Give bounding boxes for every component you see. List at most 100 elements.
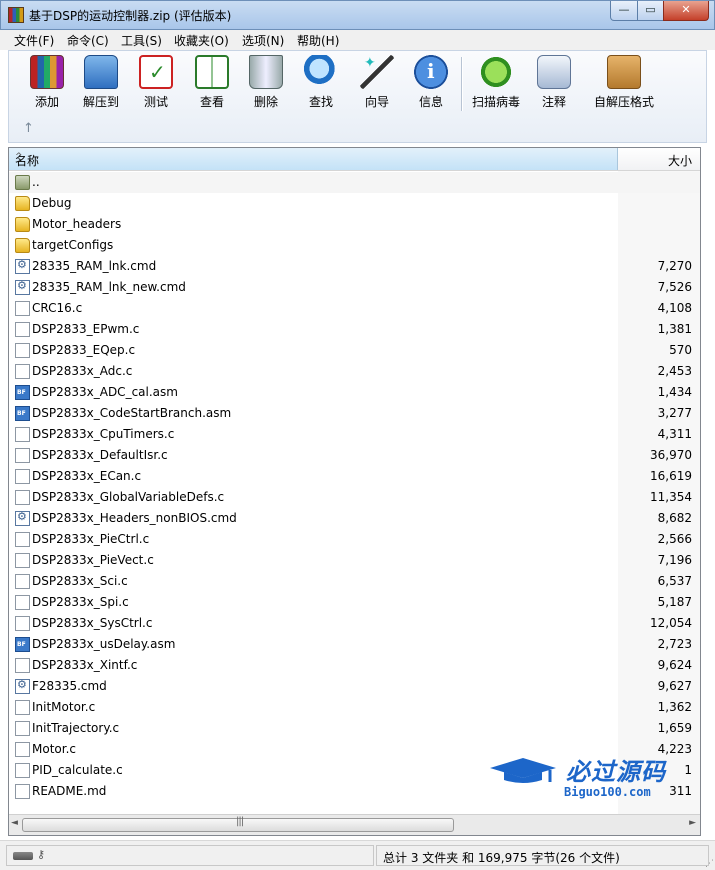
file-name: DSP2833x_GlobalVariableDefs.c [32,490,225,504]
table-row[interactable]: DSP2833x_Xintf.c 9,624 [9,655,700,676]
view-book-icon [195,55,229,89]
table-row[interactable]: DSP2833x_DefaultIsr.c 36,970 [9,445,700,466]
menu-favorites[interactable]: 收藏夹(O) [174,32,229,49]
file-name: targetConfigs [32,238,114,252]
file-size: 2,723 [657,637,692,651]
file-size: 7,196 [657,553,692,567]
table-row[interactable]: 28335_RAM_lnk_new.cmd 7,526 [9,277,700,298]
view-button[interactable]: 查看 [184,53,240,113]
virus-scan-button[interactable]: 扫描病毒 [468,53,524,113]
file-icon [15,658,30,673]
file-icon [15,595,30,610]
file-icon [15,532,30,547]
comment-button[interactable]: 注释 [526,53,582,113]
sfx-button[interactable]: 自解压格式 [588,53,660,113]
info-button[interactable]: 信息 [403,53,459,113]
file-icon [15,553,30,568]
delete-button[interactable]: 删除 [238,53,294,113]
file-name: README.md [32,784,107,798]
table-row[interactable]: DSP2833x_ECan.c 16,619 [9,466,700,487]
scroll-right-arrow-icon[interactable]: ► [689,818,696,828]
file-size: 16,619 [650,469,692,483]
maximize-button[interactable]: ▭ [637,1,664,21]
file-name: DSP2833x_ADC_cal.asm [32,385,178,399]
drive-icon[interactable] [13,852,33,860]
table-row[interactable]: F28335.cmd 9,627 [9,676,700,697]
magnifier-icon [304,55,338,89]
file-name: InitMotor.c [32,700,96,714]
column-header-row: 名称 ^ 大小 [9,148,700,171]
title-bar[interactable]: 基于DSP的运动控制器.zip (评估版本) — ▭ ✕ [0,0,715,30]
table-row[interactable]: DSP2833x_CpuTimers.c 4,311 [9,424,700,445]
minimize-button[interactable]: — [610,1,638,21]
column-header-name[interactable]: 名称 ^ [9,148,618,170]
file-icon [15,721,30,736]
watermark: 必过源码 Biguo100.com [488,752,688,808]
file-name: 28335_RAM_lnk.cmd [32,259,157,273]
key-icon[interactable]: ⚷ [37,848,45,861]
status-left-pane: ⚷ [6,845,374,866]
extract-folder-icon [84,55,118,89]
table-row[interactable]: DSP2833x_Sci.c 6,537 [9,571,700,592]
table-row[interactable]: Debug [9,193,700,214]
winrar-app-icon[interactable] [8,7,24,23]
horizontal-scrollbar[interactable]: ◄ ||| ► [9,814,700,835]
table-row[interactable]: DSP2833_EQep.c 570 [9,340,700,361]
close-button[interactable]: ✕ [663,1,709,21]
table-row[interactable]: DSP2833x_Spi.c 5,187 [9,592,700,613]
file-size: 5,187 [657,595,692,609]
table-row[interactable]: Motor_headers [9,214,700,235]
menu-tools[interactable]: 工具(S) [121,32,162,49]
extract-to-button[interactable]: 解压到 [73,53,129,113]
table-row[interactable]: DSP2833x_Headers_nonBIOS.cmd 8,682 [9,508,700,529]
test-checklist-icon [139,55,173,89]
menu-options[interactable]: 选项(N) [242,32,284,49]
virus-scan-label: 扫描病毒 [471,95,520,109]
file-size: 9,627 [657,679,692,693]
file-icon [15,700,30,715]
table-row[interactable]: .. [9,172,700,193]
file-icon [15,490,30,505]
scroll-left-arrow-icon[interactable]: ◄ [11,818,18,828]
file-name: DSP2833x_Sci.c [32,574,128,588]
file-icon [15,784,30,799]
add-button[interactable]: 添加 [19,53,75,113]
watermark-url-text: Biguo100.com [564,785,651,799]
scroll-thumb[interactable]: ||| [22,816,454,832]
scroll-grip-icon: ||| [236,816,244,827]
file-list[interactable]: 名称 ^ 大小 .. Debug Motor_headers targetConfig… [8,147,701,836]
column-header-size[interactable]: 大小 [619,148,700,170]
resize-grip-icon[interactable]: ⋰ [705,859,714,869]
cmd-script-icon [15,279,30,295]
table-row[interactable]: InitMotor.c 1,362 [9,697,700,718]
table-row[interactable]: DSP2833x_PieVect.c 7,196 [9,550,700,571]
file-name: .. [32,175,40,189]
up-level-arrow-icon[interactable]: ↑ [23,121,34,136]
menu-file[interactable]: 文件(F) [14,32,54,49]
table-row[interactable]: DSP2833x_CodeStartBranch.asm 3,277 [9,403,700,424]
table-row[interactable]: DSP2833x_SysCtrl.c 12,054 [9,613,700,634]
info-icon [414,55,448,89]
test-button[interactable]: 测试 [128,53,184,113]
menu-commands[interactable]: 命令(C) [67,32,109,49]
table-row[interactable]: CRC16.c 4,108 [9,298,700,319]
view-label: 查看 [199,95,224,109]
watermark-chinese-text: 必过源码 [566,758,666,786]
table-row[interactable]: DSP2833x_PieCtrl.c 2,566 [9,529,700,550]
table-row[interactable]: 28335_RAM_lnk.cmd 7,270 [9,256,700,277]
file-size: 2,453 [657,364,692,378]
wizard-button[interactable]: 向导 [349,53,405,113]
table-row[interactable]: DSP2833x_usDelay.asm 2,723 [9,634,700,655]
menu-help[interactable]: 帮助(H) [297,32,339,49]
magic-wand-icon [360,55,394,89]
table-row[interactable]: DSP2833_EPwm.c 1,381 [9,319,700,340]
folder-icon [15,196,30,211]
file-size: 1,381 [657,322,692,336]
table-row[interactable]: DSP2833x_GlobalVariableDefs.c 11,354 [9,487,700,508]
table-row[interactable]: DSP2833x_ADC_cal.asm 1,434 [9,382,700,403]
table-row[interactable]: DSP2833x_Adc.c 2,453 [9,361,700,382]
comment-icon [537,55,571,89]
find-button[interactable]: 查找 [293,53,349,113]
table-row[interactable]: InitTrajectory.c 1,659 [9,718,700,739]
table-row[interactable]: targetConfigs [9,235,700,256]
